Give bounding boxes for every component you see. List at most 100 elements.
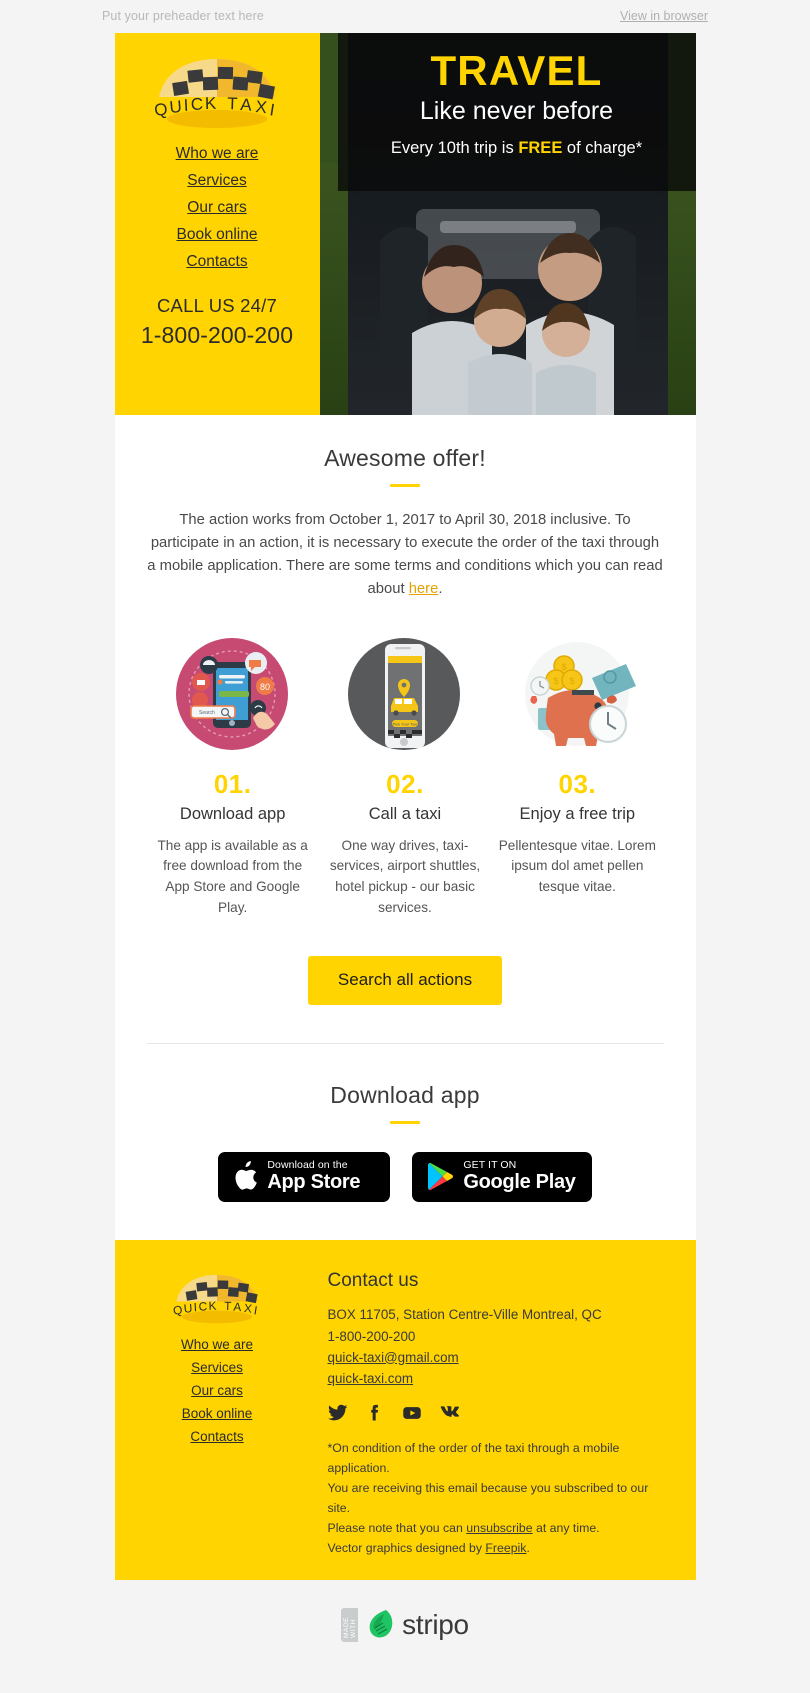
svg-text:I: I [268,100,278,120]
app-store-badge-text: Download on the App Store [267,1160,360,1193]
svg-text:$: $ [569,676,574,686]
apple-icon [235,1161,258,1190]
quick-taxi-logo: Q U I C K T A X I [153,59,278,128]
svg-text:A: A [240,95,255,115]
feature-heading: Download app [179,804,286,823]
legal-line-3-after: at any time. [532,1520,600,1535]
legal-line-3-before: Please note that you can [327,1520,467,1535]
nav-item: Contacts [125,253,310,271]
footer-link-book-online[interactable]: Book online [182,1406,253,1421]
nav-link-who-we-are[interactable]: Who we are [176,145,259,162]
google-play-badge-text: GET IT ON Google Play [463,1159,576,1193]
download-title: Download app [330,1082,480,1109]
svg-text:K: K [205,94,219,113]
footer-link-services[interactable]: Services [191,1360,243,1375]
freepik-link[interactable]: Freepik [485,1541,526,1555]
hero-note-before: Every 10th trip is [390,138,519,157]
footer-link-our-cars[interactable]: Our cars [191,1383,243,1398]
legal-line-2: You are receiving this email because you… [327,1480,649,1515]
feature-heading: Call a taxi [368,804,442,823]
svg-text:A: A [233,1300,243,1315]
store-badges: Download on the App Store GET IT ON Goog… [147,1152,664,1240]
nav-link-contacts[interactable]: Contacts [186,253,247,270]
svg-text:C: C [190,95,205,114]
unsubscribe-link[interactable]: unsubscribe [466,1521,532,1535]
call-us-label: CALL US 24/7 [157,295,277,316]
feature-column: 80 Search 01. Download app The app is av… [147,634,319,919]
svg-text:C: C [198,1300,208,1314]
hero-note: Every 10th trip is FREE of charge* [360,139,674,158]
preheader-bar: Put your preheader text here View in bro… [0,0,810,33]
svg-text:$: $ [561,662,566,672]
stripo-bar: MADE WITH stripo [0,1580,810,1677]
feature-text: The app is available as a free download … [157,837,308,915]
email-body: Q U I C K T A X I Who we are Services Ou… [114,33,696,1581]
feature-number: 02. [386,768,424,799]
footer-nav-item: Our cars [115,1382,320,1400]
footer-sidebar: Q U I C K T A X I Who we are Services Ou… [115,1262,320,1558]
header-phone-number[interactable]: 1-800-200-200 [125,322,310,349]
preheader-text: Put your preheader text here [102,9,264,23]
hero-subtitle: Like never before [419,97,614,126]
features-row: 80 Search 01. Download app The app is av… [147,634,664,919]
hero-note-free: FREE [518,138,563,157]
app-store-badge-small: Download on the [267,1159,348,1172]
offer-body-text: The action works from October 1, 2017 to… [147,512,663,597]
offer-title: Awesome offer! [324,445,486,471]
facebook-icon[interactable] [365,1403,385,1423]
header-nav: Who we are Services Our cars Book online… [125,145,310,271]
contact-us-title: Contact us [327,1270,419,1292]
contact-address: BOX 11705, Station Centre-Ville Montreal… [327,1307,602,1323]
feature-heading: Enjoy a free trip [519,804,636,823]
offer-body-end: . [438,580,443,597]
email-header: Q U I C K T A X I Who we are Services Ou… [114,33,696,415]
feature-column: $ $ $ 03. Enjoy a free trip Pellentesque… [491,634,663,919]
svg-text:X: X [255,97,270,117]
view-in-browser-link[interactable]: View in browser [620,9,708,23]
contact-email-link[interactable]: quick-taxi@gmail.com [328,1347,670,1368]
nav-item: Our cars [125,199,310,217]
twitter-icon[interactable] [327,1403,348,1423]
feature-column: Pick Your Taxi 02. Call a taxi One way d… [319,634,491,919]
download-app-section: Download app Download on the App Store G… [147,1044,664,1240]
nav-link-book-online[interactable]: Book online [176,226,257,243]
quick-taxi-logo-footer: Q U I C K T A X I [172,1275,260,1324]
offer-title-rule [390,484,420,487]
youtube-icon[interactable] [402,1403,422,1423]
stripo-logo[interactable]: MADE WITH stripo [341,1608,469,1643]
hero-title: TRAVEL [430,47,603,94]
stripo-ribbon-text: MADE WITH [342,1617,357,1639]
vk-icon[interactable] [439,1403,459,1423]
email-page: Put your preheader text here View in bro… [0,0,810,1677]
footer-nav-item: Who we are [115,1336,320,1354]
nav-item: Book online [125,226,310,244]
feature-text: One way drives, taxi-services, airport s… [329,837,481,915]
google-play-badge-small: GET IT ON [463,1159,517,1172]
svg-text:80: 80 [260,682,270,692]
contact-website-link[interactable]: quick-taxi.com [328,1368,670,1389]
legal-text: *On condition of the order of the taxi t… [328,1439,670,1558]
main-content: Awesome offer! The action works from Oct… [115,415,696,1240]
svg-text:T: T [227,94,240,113]
svg-text:$: $ [553,676,558,686]
app-store-badge[interactable]: Download on the App Store [218,1152,391,1203]
hero-note-after: of charge* [562,138,643,157]
svg-text:T: T [224,1299,233,1313]
phone-taxi-app-icon: Pick Your Taxi [348,637,461,750]
search-all-actions-button[interactable]: Search all actions [307,956,503,1006]
footer-link-who-we-are[interactable]: Who we are [181,1337,253,1352]
footer-link-contacts[interactable]: Contacts [190,1429,243,1444]
nav-link-our-cars[interactable]: Our cars [187,199,246,216]
google-play-badge[interactable]: GET IT ON Google Play [412,1152,592,1203]
nav-item: Who we are [125,145,310,163]
footer-nav-item: Contacts [115,1428,320,1446]
nav-link-services[interactable]: Services [187,172,246,189]
offer-here-link[interactable]: here [409,581,439,597]
svg-text:K: K [208,1299,218,1313]
hero-text-panel: TRAVEL Like never before Every 10th trip… [337,33,696,191]
google-play-icon [428,1163,454,1191]
feature-number: 03. [558,768,597,799]
svg-text:X: X [243,1301,254,1316]
offer-body: The action works from October 1, 2017 to… [147,509,664,601]
contact-phone: 1-800-200-200 [327,1328,416,1344]
